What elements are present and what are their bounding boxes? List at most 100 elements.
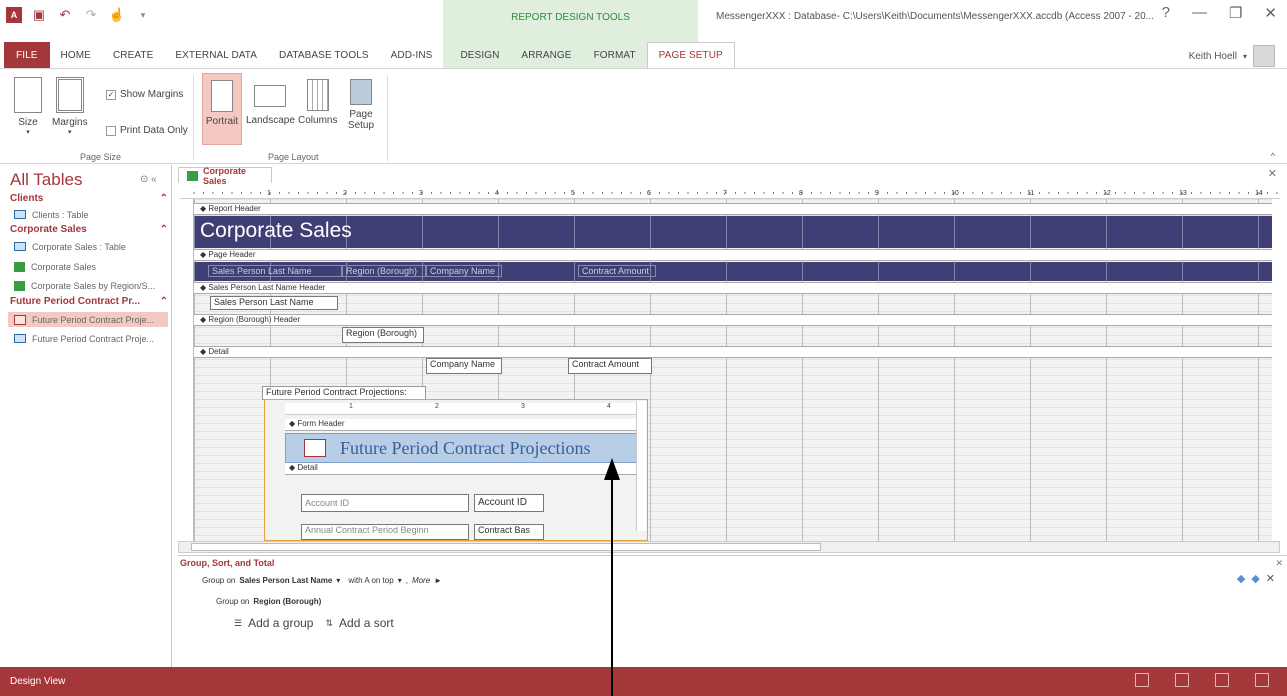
nav-group-future-period[interactable]: Future Period Contract Pr... ⌃ [10, 296, 168, 307]
gst-close-icon[interactable]: ✕ [1275, 558, 1283, 569]
tab-file[interactable]: FILE [4, 42, 50, 68]
account-id-field[interactable]: Account ID [474, 494, 544, 512]
touch-mode-icon[interactable]: ☝ [108, 6, 126, 24]
subform-title[interactable]: Future Period Contract Projections [340, 438, 590, 459]
print-data-only-checkbox[interactable]: Print Data Only [106, 125, 188, 136]
label-region[interactable]: Region (Borough) [342, 265, 426, 277]
report-view-icon[interactable] [1135, 673, 1149, 687]
nav-item-clients-table[interactable]: Clients : Table [14, 207, 169, 222]
ruler-mark: 12 [1103, 190, 1111, 197]
annual-contract-label[interactable]: Annual Contract Period Beginn [301, 524, 469, 540]
tab-add-ins[interactable]: ADD-INS [380, 42, 444, 68]
subform-form-header-section[interactable]: ◆ Form Header [285, 419, 637, 431]
landscape-button[interactable]: Landscape [246, 79, 295, 126]
redo-icon[interactable]: ↷ [82, 6, 100, 24]
tab-design[interactable]: DESIGN [449, 42, 510, 68]
label-contract-amount[interactable]: Contract Amount [578, 265, 656, 277]
subform-label[interactable]: Future Period Contract Projections: [262, 386, 426, 400]
nav-item-future-period-table[interactable]: Future Period Contract Proje... [14, 331, 169, 346]
shutter-bar-icon[interactable]: « [151, 174, 157, 185]
contract-base-field[interactable]: Contract Bas [474, 524, 544, 540]
add-sort-icon: ⇅ [325, 617, 334, 628]
more-link[interactable]: More [412, 576, 430, 585]
print-preview-icon[interactable] [1175, 673, 1189, 687]
label-company-name[interactable]: Company Name [426, 265, 502, 277]
group-field[interactable]: Sales Person Last Name [239, 576, 332, 585]
margins-button[interactable]: Margins ▾ [52, 77, 88, 136]
form-logo-icon [304, 439, 326, 457]
document-tab[interactable]: Corporate Sales [178, 166, 272, 186]
group-field[interactable]: Region (Borough) [253, 597, 321, 606]
tab-arrange[interactable]: ARRANGE [510, 42, 582, 68]
nav-item-corporate-sales-by-region[interactable]: Corporate Sales by Region/S... [14, 278, 169, 293]
horizontal-scrollbar[interactable] [178, 541, 1280, 553]
sort-order[interactable]: with A on top [348, 576, 393, 585]
save-icon[interactable]: ▣ [30, 6, 48, 24]
nav-dropdown-icon[interactable]: ⊙ [140, 174, 148, 185]
landscape-label: Landscape [246, 115, 295, 126]
tab-home[interactable]: HOME [50, 42, 102, 68]
nav-group-label: Future Period Contract Pr... [10, 296, 141, 307]
close-icon[interactable]: ✕ [1264, 4, 1277, 22]
page-setup-button[interactable]: Page Setup [344, 79, 378, 131]
user-account[interactable]: Keith Hoell ▾ [1189, 45, 1275, 67]
scroll-thumb[interactable] [191, 543, 821, 551]
minimize-icon[interactable]: — [1192, 4, 1207, 22]
nav-item-label: Future Period Contract Proje... [32, 314, 155, 325]
group-level-1[interactable]: Group on Sales Person Last Name ▾ with A … [202, 576, 442, 585]
account-id-label[interactable]: Account ID [301, 494, 469, 512]
help-button[interactable]: ? [1162, 4, 1170, 22]
nav-item-corporate-sales-table[interactable]: Corporate Sales : Table [14, 239, 169, 254]
delete-icon[interactable]: ✕ [1266, 572, 1275, 585]
show-margins-checkbox[interactable]: ✓ Show Margins [106, 89, 183, 100]
sales-person-control[interactable]: Sales Person Last Name [210, 296, 338, 310]
company-name-control[interactable]: Company Name [426, 358, 502, 374]
size-button[interactable]: Size ▾ [14, 77, 42, 136]
section-label: Page Header [208, 250, 256, 259]
close-document-icon[interactable]: ✕ [1268, 167, 1277, 180]
nav-item-future-period-form[interactable]: Future Period Contract Proje... [8, 312, 168, 327]
tab-database-tools[interactable]: DATABASE TOOLS [268, 42, 380, 68]
design-view-icon[interactable] [1255, 673, 1269, 687]
chevron-down-icon[interactable]: ▾ [336, 576, 340, 585]
collapse-ribbon-icon[interactable]: ^ [1271, 151, 1275, 161]
columns-button[interactable]: Columns [298, 79, 337, 126]
portrait-button[interactable]: Portrait [202, 73, 242, 145]
subform-vertical-scrollbar[interactable] [636, 401, 646, 531]
label-sales-person[interactable]: Sales Person Last Name [208, 265, 342, 277]
contract-amount-control[interactable]: Contract Amount [568, 358, 652, 374]
nav-item-corporate-sales-report[interactable]: Corporate Sales [14, 259, 169, 274]
section-detail[interactable]: ◆ Detail [194, 346, 1272, 358]
nav-title[interactable]: All Tables [10, 170, 82, 190]
subform-detail-section[interactable]: ◆ Detail [285, 463, 637, 475]
section-label: Form Header [297, 419, 345, 428]
subform-control[interactable]: 1 2 3 4 ◆ Form Header Future Period Cont… [264, 399, 648, 541]
chevron-down-icon[interactable]: ▾ [398, 576, 402, 585]
add-sort-button[interactable]: Add a sort [339, 616, 394, 630]
section-sales-person-header[interactable]: ◆ Sales Person Last Name Header [194, 282, 1272, 294]
section-page-header[interactable]: ◆ Page Header [194, 249, 1272, 261]
nav-group-clients[interactable]: Clients ⌃ [10, 193, 168, 204]
ruler-ticks: 1 2 3 4 5 6 7 8 9 10 11 12 13 14 [193, 190, 1278, 197]
add-group-sort-row: ☰ Add a group ⇅ Add a sort [234, 616, 394, 630]
checkmark-icon: ✓ [106, 89, 116, 100]
group-level-2[interactable]: Group on Region (Borough) [216, 597, 321, 606]
restore-icon[interactable]: ❐ [1229, 4, 1242, 22]
undo-icon[interactable]: ↶ [56, 6, 74, 24]
section-region-header[interactable]: ◆ Region (Borough) Header [194, 314, 1272, 326]
move-down-icon[interactable]: ◆ [1251, 572, 1259, 585]
tab-page-setup[interactable]: PAGE SETUP [646, 42, 735, 68]
layout-view-icon[interactable] [1215, 673, 1229, 687]
move-up-icon[interactable]: ◆ [1237, 572, 1245, 585]
tab-external-data[interactable]: EXTERNAL DATA [164, 42, 268, 68]
section-report-header[interactable]: ◆ Report Header [194, 203, 1272, 215]
tab-format[interactable]: FORMAT [583, 42, 647, 68]
nav-group-corporate-sales[interactable]: Corporate Sales ⌃ [10, 224, 168, 235]
region-control[interactable]: Region (Borough) [342, 327, 424, 343]
section-label: Report Header [208, 204, 261, 213]
add-group-button[interactable]: Add a group [248, 616, 313, 630]
tab-create[interactable]: CREATE [102, 42, 164, 68]
form-icon [14, 314, 26, 325]
report-title[interactable]: Corporate Sales [200, 219, 352, 243]
customize-qat-icon[interactable]: ▾ [134, 6, 152, 24]
